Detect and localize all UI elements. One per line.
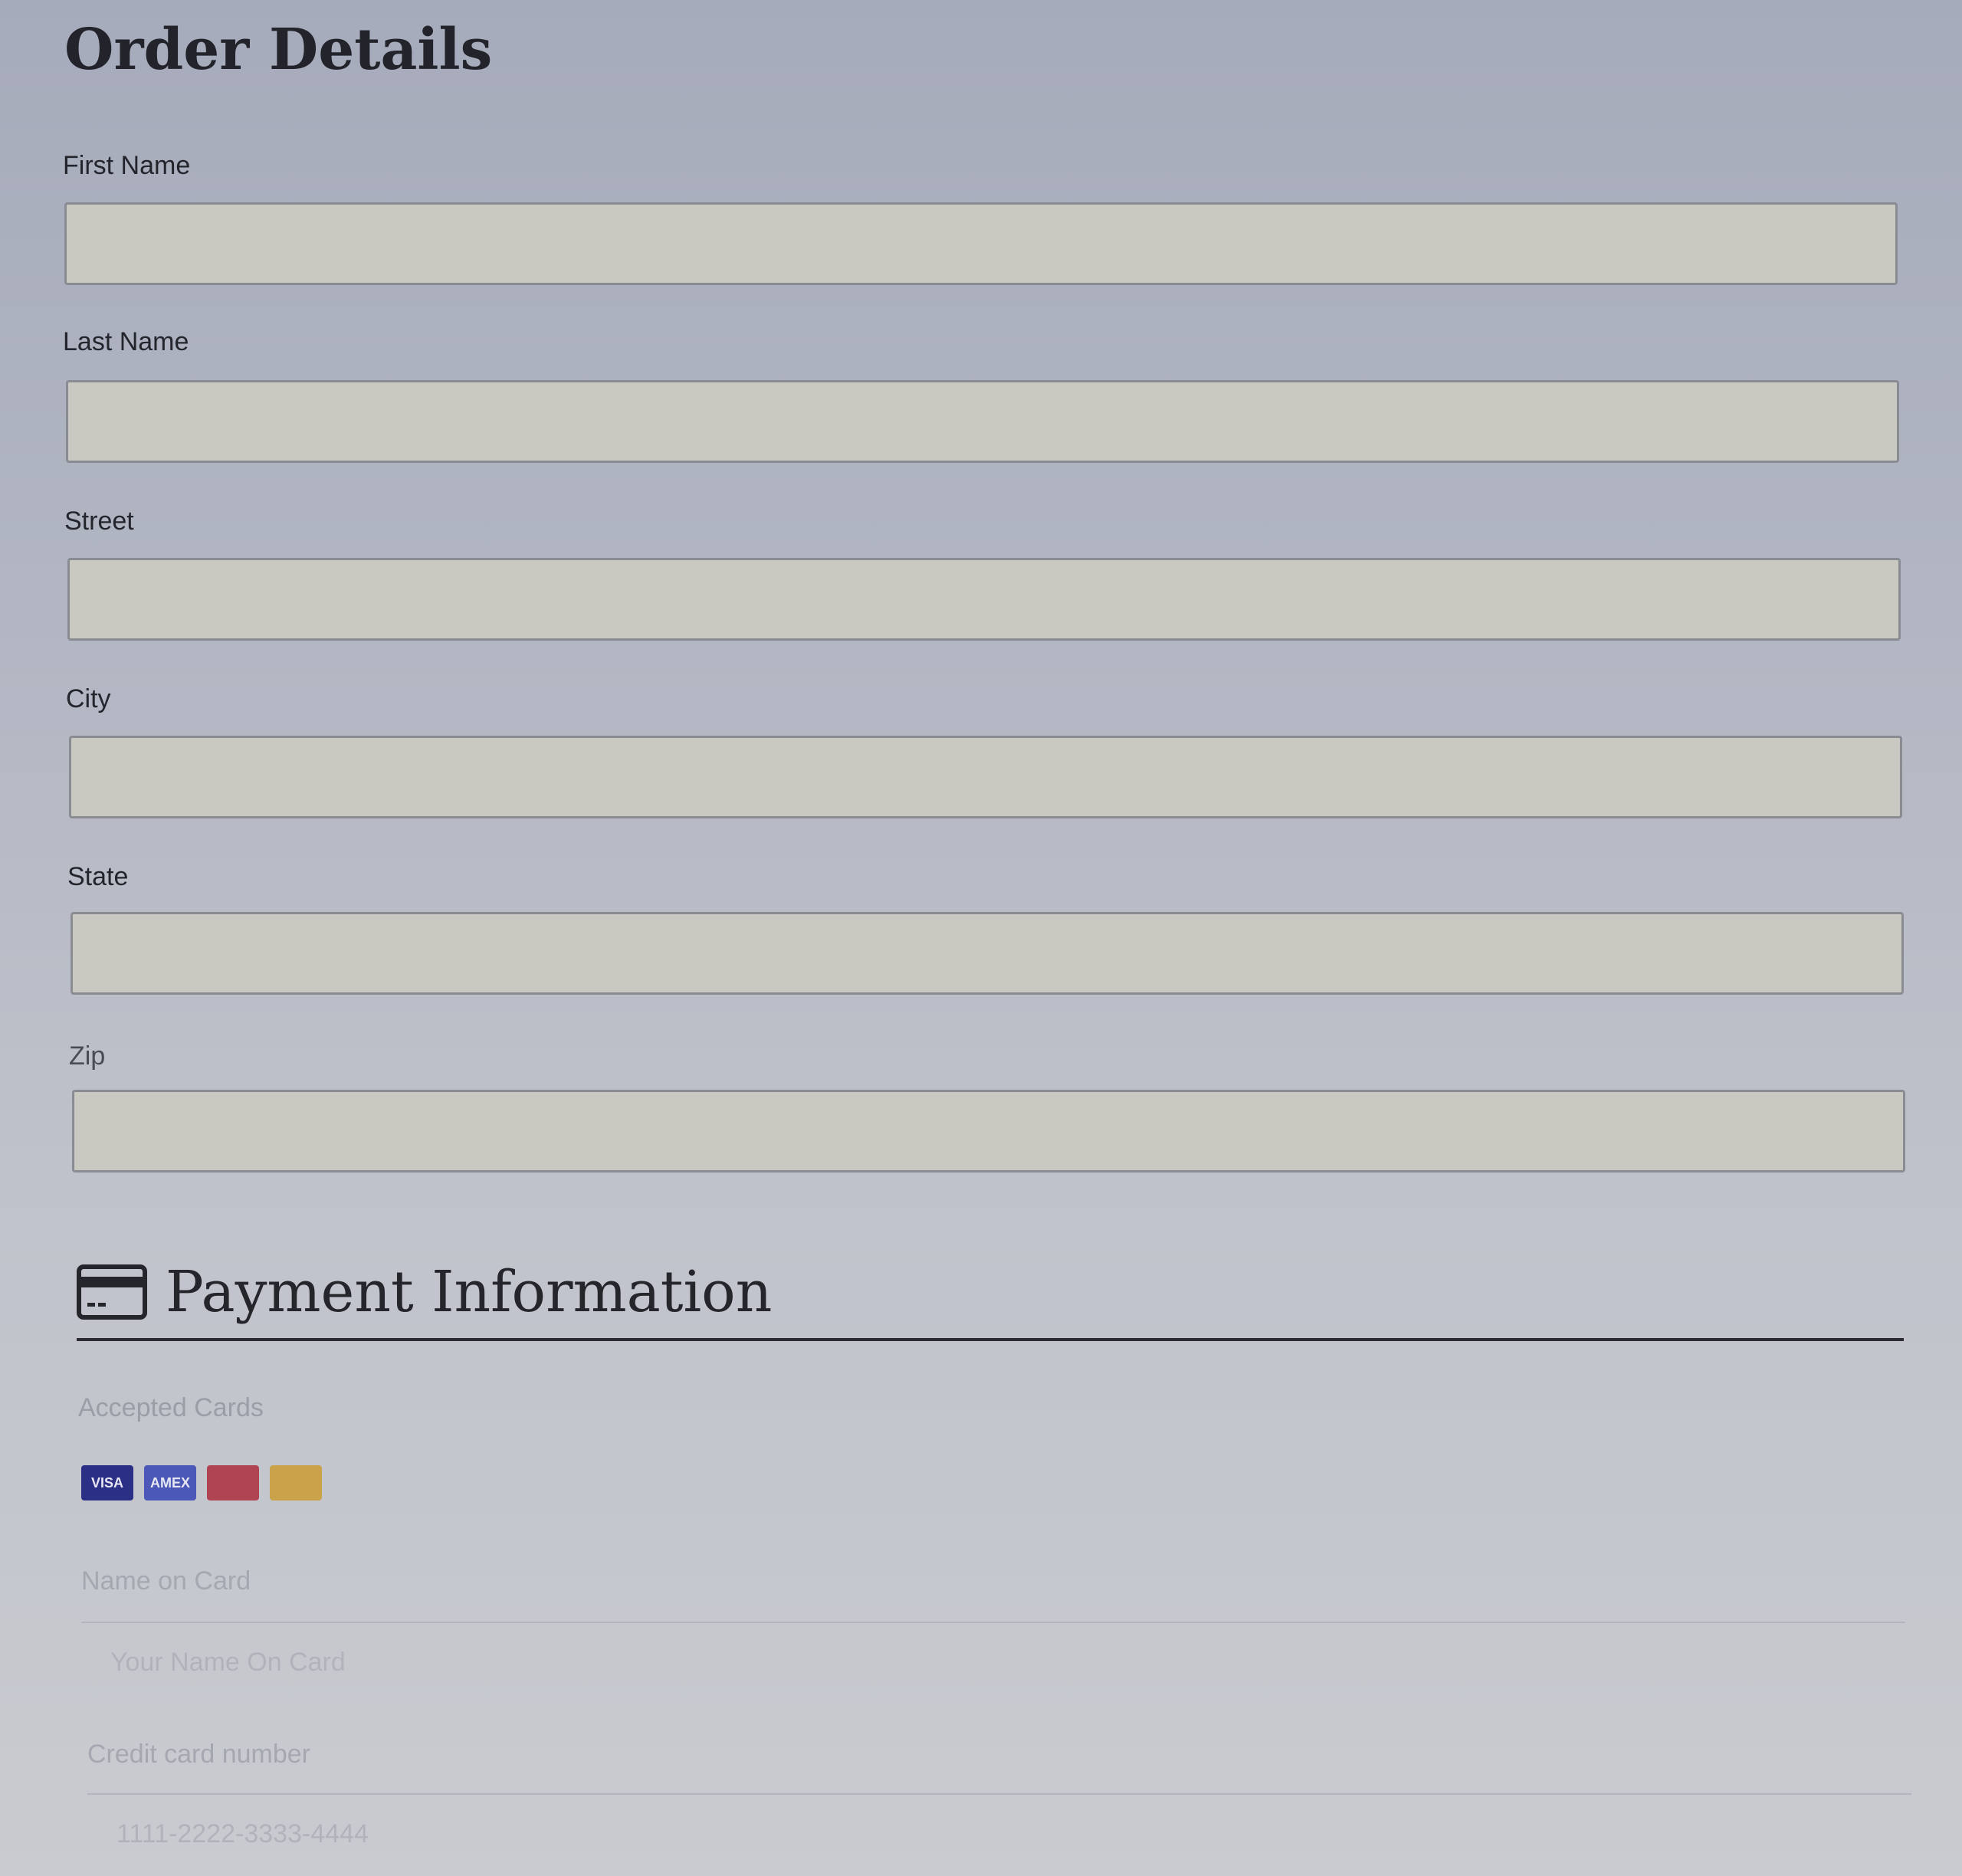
city-label: City (66, 684, 111, 713)
credit-card-icon (77, 1264, 147, 1320)
discover-card-icon (207, 1465, 259, 1500)
accepted-cards-label: Accepted Cards (78, 1393, 264, 1422)
page-title: Order Details (64, 17, 493, 83)
name-on-card-input[interactable]: Your Name On Card (81, 1622, 1905, 1701)
mastercard-card-icon (270, 1465, 322, 1500)
payment-title: Payment Information (166, 1259, 773, 1325)
amex-card-icon: AMEX (144, 1465, 196, 1500)
card-number-label: Credit card number (87, 1740, 311, 1769)
last-name-input[interactable] (66, 380, 1899, 463)
name-on-card-label: Name on Card (81, 1566, 251, 1596)
section-divider (77, 1338, 1904, 1341)
order-form: Order Details First Name Last Name Stree… (63, 0, 1911, 1848)
street-input[interactable] (67, 558, 1901, 641)
last-name-label: Last Name (63, 327, 189, 356)
visa-card-icon: VISA (81, 1465, 133, 1500)
zip-input[interactable] (72, 1090, 1905, 1172)
first-name-input[interactable] (64, 202, 1898, 285)
street-label: Street (64, 507, 134, 536)
card-number-input[interactable]: 1111-2222-3333-4444 (87, 1793, 1911, 1873)
state-select[interactable] (71, 912, 1904, 995)
state-label: State (67, 862, 129, 891)
payment-section-header: Payment Information (77, 1254, 772, 1330)
accepted-cards-list: VISA AMEX (81, 1465, 322, 1500)
city-input[interactable] (69, 736, 1902, 818)
zip-label: Zip (69, 1041, 106, 1071)
first-name-label: First Name (63, 151, 191, 180)
